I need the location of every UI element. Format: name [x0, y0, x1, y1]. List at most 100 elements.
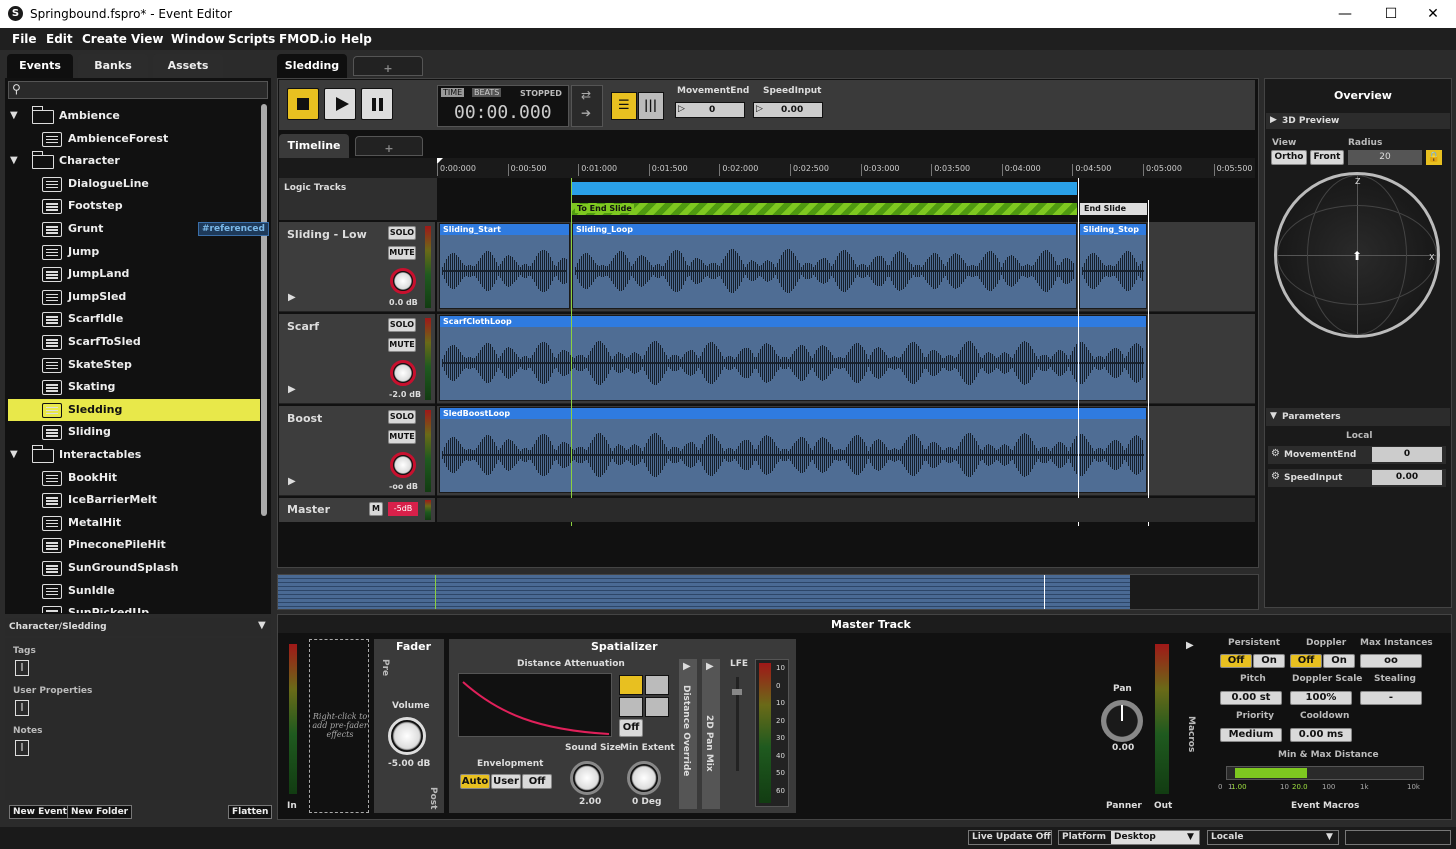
mute-button[interactable]: MUTE: [388, 246, 416, 260]
menu-fmodio[interactable]: FMOD.io: [279, 32, 336, 46]
mute-button[interactable]: MUTE: [388, 338, 416, 352]
playhead-icon[interactable]: [437, 158, 443, 164]
event-item[interactable]: SunIdle: [8, 580, 260, 602]
new-folder-button[interactable]: New Folder: [67, 805, 133, 819]
collapse-icon[interactable]: ▼: [258, 620, 266, 631]
overview-param-value[interactable]: 0.00: [1372, 470, 1442, 485]
curve-off-button[interactable]: Off: [619, 719, 643, 737]
listener-icon[interactable]: ⬆: [1352, 249, 1362, 263]
event-item[interactable]: Jump: [8, 241, 260, 263]
overview-param-speedinput[interactable]: ⚙ SpeedInput 0.00: [1268, 469, 1446, 487]
close-button[interactable]: ✕: [1410, 0, 1456, 28]
param-movementend-input[interactable]: ▷ 0: [675, 102, 745, 118]
event-item[interactable]: DialogueLine: [8, 173, 260, 195]
event-item[interactable]: IceBarrierMelt: [8, 489, 260, 511]
expand-icon[interactable]: ▼: [10, 444, 18, 466]
menu-edit[interactable]: Edit: [46, 32, 73, 46]
envelopment-auto-button[interactable]: Auto: [460, 774, 490, 789]
effects-drop-zone[interactable]: Right-click to add pre-fader effects: [309, 639, 369, 813]
radius-input[interactable]: 20: [1348, 150, 1422, 165]
expand-track-icon[interactable]: ▶: [288, 476, 296, 487]
solo-button[interactable]: SOLO: [388, 410, 416, 424]
event-item[interactable]: SunGroundSplash: [8, 557, 260, 579]
param-speedinput-input[interactable]: ▷ 0.00: [753, 102, 823, 118]
event-item[interactable]: JumpLand: [8, 263, 260, 285]
event-item[interactable]: Sliding: [8, 421, 260, 443]
event-item[interactable]: Footstep: [8, 195, 260, 217]
curve-linear-button[interactable]: [645, 675, 669, 695]
expand-macros-icon[interactable]: ▶: [1186, 640, 1194, 651]
tab-assets[interactable]: Assets: [153, 54, 223, 78]
region-sliding-start[interactable]: Sliding_Start: [439, 223, 570, 309]
mute-button[interactable]: MUTE: [388, 430, 416, 444]
front-button[interactable]: Front: [1310, 150, 1344, 165]
curve-inverse-button[interactable]: [619, 697, 643, 717]
stealing-dropdown[interactable]: -: [1360, 691, 1422, 705]
event-item[interactable]: SkateStep: [8, 354, 260, 376]
overview-param-movementend[interactable]: ⚙ MovementEnd 0: [1268, 446, 1446, 464]
end-slide-marker[interactable]: End Slide: [1079, 202, 1148, 216]
live-update-button[interactable]: Live Update Off: [968, 830, 1052, 845]
persistent-on-button[interactable]: On: [1253, 654, 1285, 668]
folder-item[interactable]: ▼ Ambience: [8, 105, 260, 127]
attenuation-curve[interactable]: [458, 673, 612, 737]
event-item[interactable]: Grunt #referenced: [8, 218, 269, 240]
menu-file[interactable]: File: [12, 32, 37, 46]
distance-override-strip[interactable]: ▶ Distance Override: [679, 659, 697, 809]
folder-item[interactable]: ▼ Interactables: [8, 444, 260, 466]
3d-preview-header[interactable]: ▶ 3D Preview: [1266, 113, 1450, 129]
event-item[interactable]: BookHit: [8, 467, 260, 489]
region-scarfclothloop[interactable]: ScarfClothLoop: [439, 315, 1147, 401]
list-view-button[interactable]: ☰: [611, 92, 637, 120]
menu-scripts[interactable]: Scripts: [228, 32, 275, 46]
doppler-off-button[interactable]: Off: [1290, 654, 1322, 668]
priority-dropdown[interactable]: Medium: [1220, 728, 1282, 742]
folder-item[interactable]: ▼ Character: [8, 150, 260, 172]
menu-window[interactable]: Window: [171, 32, 225, 46]
max-instances-input[interactable]: oo: [1360, 654, 1422, 668]
solo-button[interactable]: SOLO: [388, 318, 416, 332]
new-event-button[interactable]: New Event: [9, 805, 71, 819]
flatten-button[interactable]: Flatten: [228, 805, 273, 819]
event-item[interactable]: PineconePileHit: [8, 534, 260, 556]
locale-dropdown[interactable]: Locale ▼: [1207, 830, 1339, 845]
track-volume-knob[interactable]: [390, 360, 416, 386]
tab-timeline[interactable]: Timeline: [279, 134, 349, 158]
envelopment-user-button[interactable]: User: [491, 774, 521, 789]
cooldown-input[interactable]: 0.00 ms: [1290, 728, 1352, 742]
event-item[interactable]: JumpSled: [8, 286, 260, 308]
event-item[interactable]: ScarfToSled: [8, 331, 260, 353]
pause-button[interactable]: [361, 88, 393, 120]
menu-view[interactable]: View: [131, 32, 163, 46]
time-mode-button[interactable]: TIME: [441, 88, 465, 97]
tags-add-icon[interactable]: I: [15, 660, 29, 676]
volume-knob[interactable]: [388, 717, 426, 755]
master-volume[interactable]: -5dB: [388, 502, 418, 516]
tab-sledding[interactable]: Sledding: [277, 54, 347, 78]
min-extent-knob[interactable]: [627, 761, 661, 795]
region-sliding-stop[interactable]: Sliding_Stop: [1079, 223, 1147, 309]
menu-help[interactable]: Help: [341, 32, 372, 46]
tab-banks[interactable]: Banks: [78, 54, 148, 78]
master-mute-button[interactable]: M: [369, 502, 383, 516]
pitch-input[interactable]: 0.00 st: [1220, 691, 1282, 705]
tab-events[interactable]: Events: [7, 54, 73, 78]
transition-region[interactable]: To End Slide: [571, 202, 1078, 216]
event-item[interactable]: AmbienceForest: [8, 128, 260, 150]
loop-toggle[interactable]: ⇄ ➔: [571, 85, 603, 127]
doppler-scale-input[interactable]: 100%: [1290, 691, 1352, 705]
curve-linear-squared-button[interactable]: [619, 675, 643, 695]
track-head[interactable]: Boost SOLO MUTE -oo dB ▶: [279, 406, 435, 496]
notes-add-icon[interactable]: I: [15, 740, 29, 756]
add-parameter-tab[interactable]: +: [355, 136, 423, 156]
event-item[interactable]: Sledding: [8, 398, 260, 421]
platform-dropdown[interactable]: Platform Desktop ▼: [1058, 830, 1200, 845]
event-item[interactable]: MetalHit: [8, 512, 260, 534]
maximize-button[interactable]: ☐: [1368, 0, 1414, 28]
track-head[interactable]: Scarf SOLO MUTE -2.0 dB ▶: [279, 314, 435, 404]
3d-preview-sphere[interactable]: Z X ⬆: [1274, 172, 1440, 338]
overview-param-value[interactable]: 0: [1372, 447, 1442, 462]
parameters-header[interactable]: ▼ Parameters: [1266, 408, 1450, 426]
event-item[interactable]: SunPickedUp: [8, 602, 260, 613]
loop-region[interactable]: [571, 181, 1078, 196]
